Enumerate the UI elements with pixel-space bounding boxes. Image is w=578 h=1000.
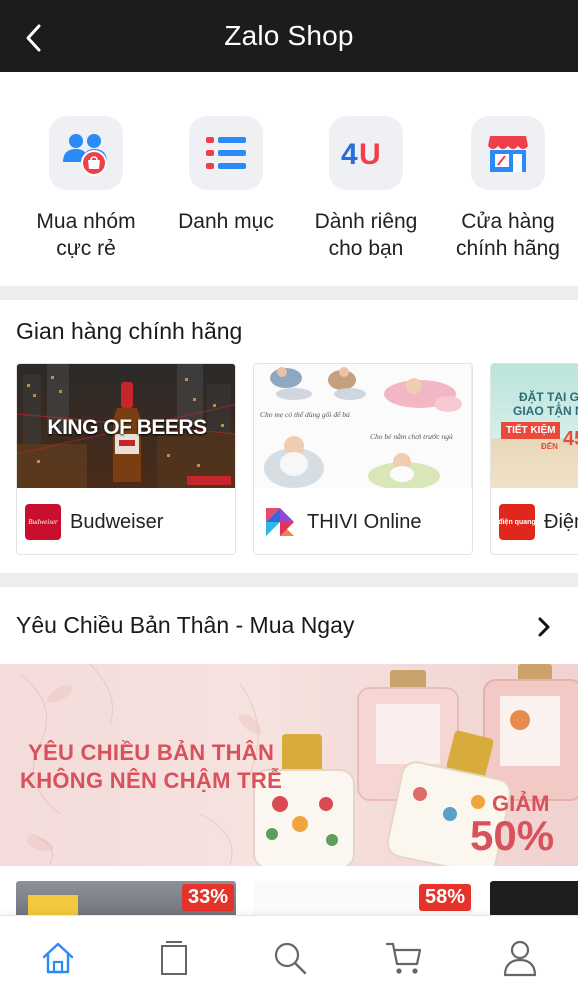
cart-icon — [385, 942, 422, 974]
quick-action-label: chính hãng — [456, 237, 560, 260]
baby-pillow-graphic — [264, 364, 472, 488]
list-icon — [189, 116, 263, 190]
nav-cart[interactable] — [384, 938, 424, 978]
store-name: Điện — [544, 510, 578, 533]
thivi-logo — [262, 504, 298, 540]
search-icon — [274, 942, 307, 975]
discount-badge: 58% — [418, 884, 471, 911]
group-buy-icon — [49, 116, 123, 190]
for-you-icon: 4 U — [329, 116, 403, 190]
quick-action-label: Danh mục — [178, 210, 274, 233]
quick-action-label: Mua nhóm — [36, 210, 136, 233]
store-card-thivi-online[interactable]: Cho mẹ có thể dùng gối để bú Cho bé nằm … — [253, 363, 473, 555]
banner-line: GIAO TẬN N — [513, 404, 578, 418]
bottom-navigation — [0, 915, 578, 1000]
store-icon — [471, 116, 545, 190]
nav-home[interactable] — [38, 938, 78, 978]
app-root: Zalo Shop Mua nhóm cực rẻ Danh mục 4 U D… — [0, 0, 578, 1000]
quick-actions: Mua nhóm cực rẻ Danh mục 4 U Dành riêng … — [0, 72, 578, 286]
quick-action-categories[interactable]: Danh mục — [156, 116, 296, 235]
beauty-promo-banner[interactable]: YÊU CHIỀU BẢN THÂN KHÔNG NÊN CHẬM TRỄ GI… — [0, 664, 578, 866]
quick-action-group-buy[interactable]: Mua nhóm cực rẻ — [16, 116, 156, 262]
savings-small: ĐẾN — [541, 442, 558, 451]
home-icon — [42, 942, 74, 974]
nav-search[interactable] — [270, 938, 310, 978]
store-name: THIVI Online — [307, 510, 422, 533]
store-banner: KING OF BEERS — [17, 364, 235, 488]
official-stores-carousel[interactable]: KING OF BEERS Budweiser Budweiser Cho mẹ… — [16, 363, 578, 555]
nav-profile[interactable] — [500, 938, 540, 978]
discount-value: 50% — [470, 812, 555, 859]
promo-line-1: YÊU CHIỀU BẢN THÂN — [28, 740, 275, 765]
store-name: Budweiser — [70, 510, 164, 533]
see-more-button[interactable] — [532, 612, 556, 642]
store-banner: ĐẶT TẠI G GIAO TẬN N TIẾT KIỆM ĐẾN 45 — [491, 364, 578, 488]
discount-badge: 33% — [181, 884, 234, 911]
banner-headline: KING OF BEERS — [47, 416, 207, 439]
quick-action-label: cực rẻ — [56, 237, 116, 260]
quick-action-label: Cửa hàng — [461, 210, 555, 233]
banner-line: ĐẶT TẠI G — [519, 390, 578, 404]
banner-caption: Cho bé nằm chơi trước ngủ — [370, 432, 453, 441]
chevron-right-icon — [538, 617, 550, 637]
banner-caption: Cho mẹ có thể dùng gối để bú — [260, 410, 350, 419]
budweiser-logo: Budweiser — [25, 504, 61, 540]
section-title-beauty: Yêu Chiều Bản Thân - Mua Ngay — [16, 612, 355, 638]
back-arrow-icon — [26, 24, 41, 52]
top-bar: Zalo Shop — [0, 0, 578, 72]
page-title: Zalo Shop — [224, 20, 354, 51]
back-button[interactable] — [14, 18, 54, 58]
quick-action-label: Dành riêng — [314, 210, 418, 233]
store-banner: Cho mẹ có thể dùng gối để bú Cho bé nằm … — [254, 364, 472, 488]
nav-orders[interactable] — [154, 938, 194, 978]
quick-action-official-store[interactable]: Cửa hàng chính hãng — [438, 116, 578, 262]
profile-icon — [503, 940, 537, 977]
savings-tag: TIẾT KIỆM — [501, 422, 561, 439]
dien-quang-logo: điện quang — [498, 504, 536, 540]
section-divider — [0, 573, 578, 587]
store-card-budweiser[interactable]: KING OF BEERS Budweiser Budweiser — [16, 363, 236, 555]
quick-action-label: cho bạn — [328, 237, 404, 260]
quick-action-for-you[interactable]: 4 U Dành riêng cho bạn — [296, 116, 436, 262]
section-title-official-stores: Gian hàng chính hãng — [16, 318, 243, 344]
promo-line-2: KHÔNG NÊN CHẬM TRỄ — [20, 768, 283, 793]
orders-icon — [161, 941, 187, 975]
store-card-dien-quang[interactable]: ĐẶT TẠI G GIAO TẬN N TIẾT KIỆM ĐẾN 45 đi… — [490, 363, 578, 555]
svg-text:4: 4 — [341, 138, 358, 171]
savings-number: 45 — [563, 428, 578, 450]
svg-text:U: U — [359, 138, 381, 171]
section-divider — [0, 286, 578, 300]
